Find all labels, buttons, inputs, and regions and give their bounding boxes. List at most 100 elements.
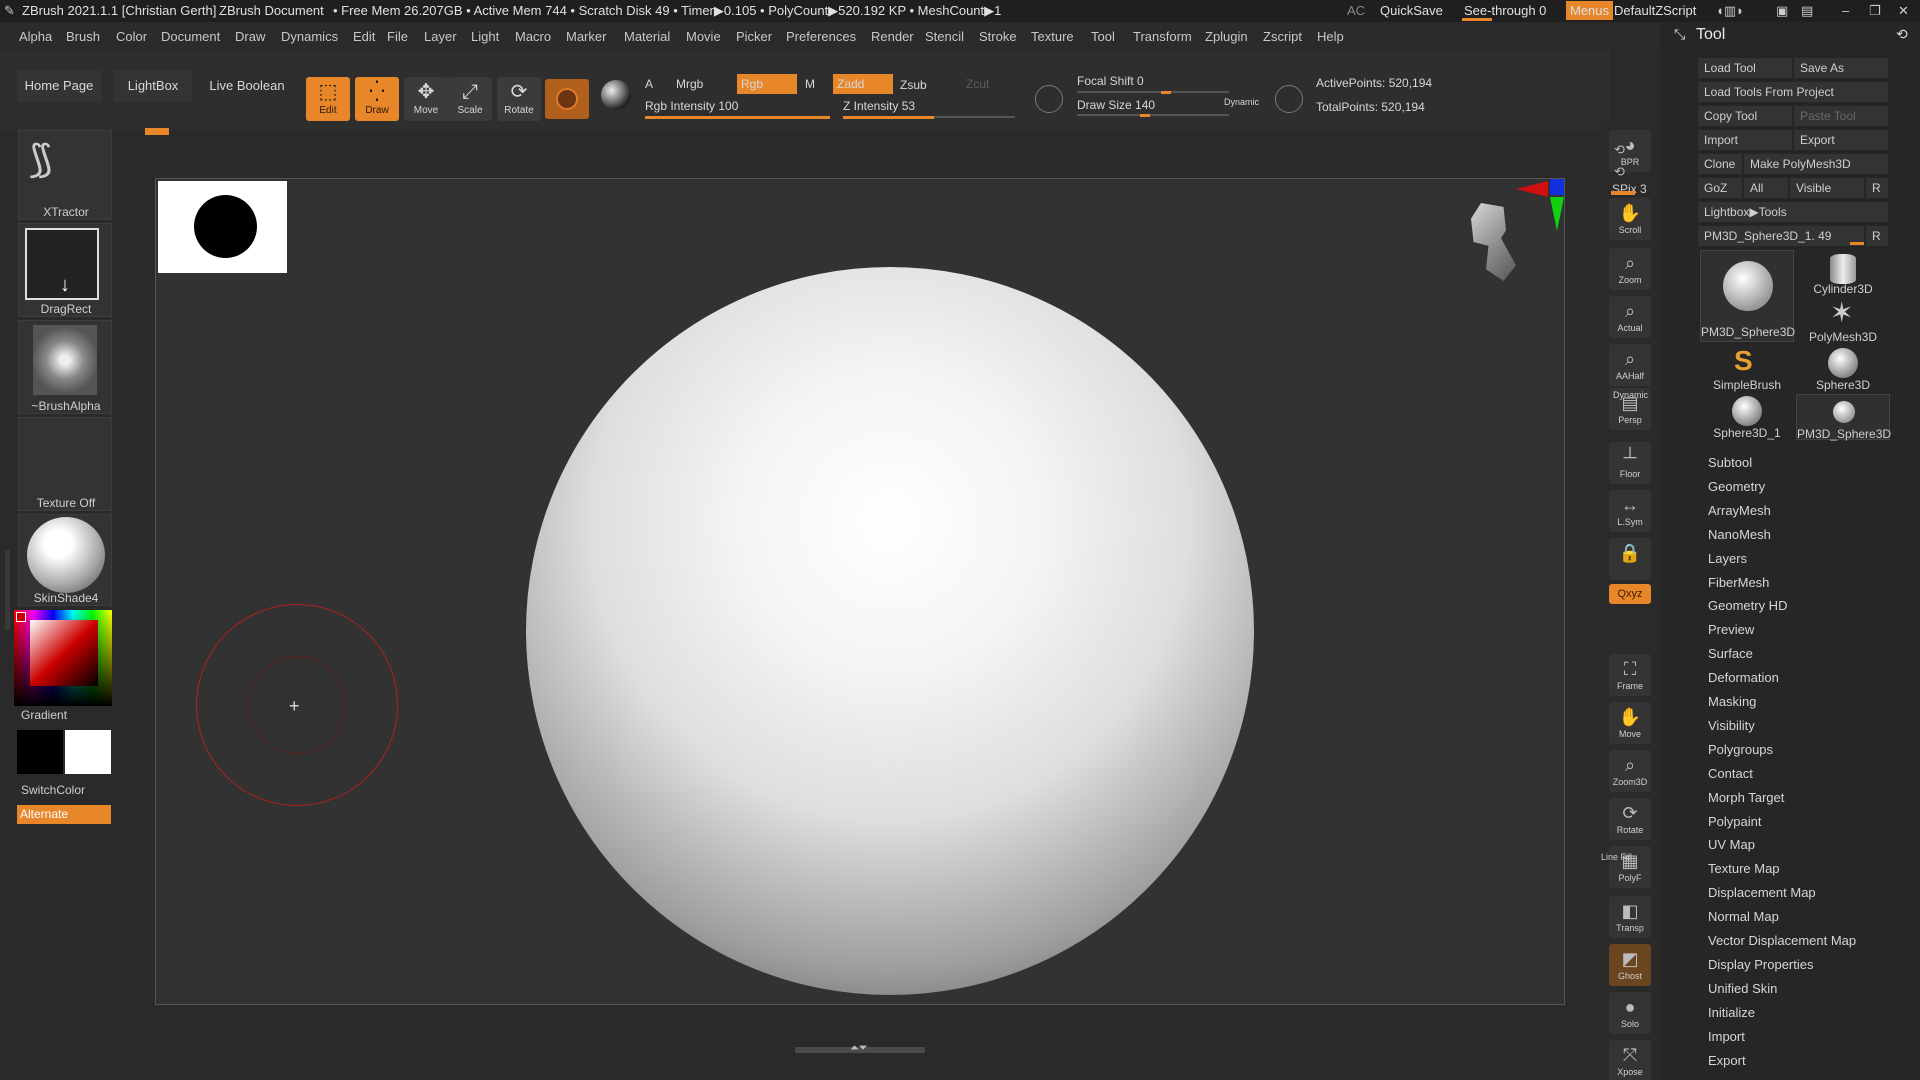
rightshelf-solo-button[interactable]: ● Solo	[1609, 992, 1651, 1034]
draw-size-slider[interactable]: Draw Size 140	[1077, 98, 1155, 112]
copy-tool-button[interactable]: Copy Tool	[1698, 106, 1792, 126]
rightshelf-ghost-button[interactable]: ◩ Ghost	[1609, 944, 1651, 986]
load-tool-button[interactable]: Load Tool	[1698, 58, 1792, 78]
lightbox-button[interactable]: LightBox	[114, 70, 192, 102]
mrgb-button[interactable]: Mrgb	[676, 77, 703, 91]
rightshelf-xpose-button[interactable]: ⤧ Xpose	[1609, 1040, 1651, 1080]
palette-reset-icon[interactable]: ⟲	[1896, 26, 1908, 43]
tool-section-geometry[interactable]: Geometry	[1708, 479, 1765, 494]
menu-draw[interactable]: Draw	[235, 29, 265, 44]
ac-button[interactable]: AC	[1347, 3, 1365, 18]
tool-section-morph-target[interactable]: Morph Target	[1708, 790, 1784, 805]
save-as-button[interactable]: Save As	[1794, 58, 1888, 78]
export-button[interactable]: Export	[1794, 130, 1888, 150]
tool-section-visibility[interactable]: Visibility	[1708, 718, 1755, 733]
default-zscript-button[interactable]: DefaultZScript	[1614, 3, 1696, 18]
load-tools-from-project-button[interactable]: Load Tools From Project	[1698, 82, 1888, 102]
secondary-color-swatch[interactable]	[65, 730, 111, 774]
menu-brush[interactable]: Brush	[66, 29, 100, 44]
home-page-button[interactable]: Home Page	[17, 70, 101, 102]
tool-section-surface[interactable]: Surface	[1708, 646, 1753, 661]
tool-section-layers[interactable]: Layers	[1708, 551, 1747, 566]
brush-picker[interactable]: ⟆⟆ XTractor	[18, 130, 112, 220]
scale-button[interactable]: ⤢ Scale	[448, 77, 492, 121]
maximize-icon[interactable]: ❐	[1869, 3, 1881, 19]
color-picker[interactable]	[14, 610, 112, 706]
menu-tool[interactable]: Tool	[1091, 29, 1115, 44]
rightshelf-lsym-button[interactable]: ↔ L.Sym	[1609, 490, 1651, 532]
tool-section-polygroups[interactable]: Polygroups	[1708, 742, 1773, 757]
menus-toggle[interactable]: Menus	[1566, 1, 1614, 20]
rightshelf-xyz-button[interactable]: Qxyz	[1609, 584, 1651, 604]
primary-color-swatch[interactable]	[17, 730, 63, 774]
color-sphere-icon[interactable]	[601, 80, 631, 110]
navigation-head-icon[interactable]	[1466, 203, 1526, 293]
edit-button[interactable]: ⬚ Edit	[306, 77, 350, 121]
make-polymesh3d-button[interactable]: Make PolyMesh3D	[1744, 154, 1888, 174]
rightshelf-transp-button[interactable]: ◧ Transp	[1609, 896, 1651, 938]
current-tool-slider[interactable]: PM3D_Sphere3D_1. 49	[1698, 226, 1864, 246]
tool-section-fibermesh[interactable]: FiberMesh	[1708, 575, 1769, 590]
material-picker[interactable]: SkinShade4	[18, 514, 112, 606]
m-button[interactable]: M	[805, 77, 815, 91]
tool-section-nanomesh[interactable]: NanoMesh	[1708, 527, 1771, 542]
draw-button[interactable]: ⁛ Draw	[355, 77, 399, 121]
rgb-button[interactable]: Rgb	[737, 74, 797, 94]
tool-section-masking[interactable]: Masking	[1708, 694, 1756, 709]
rightshelf-actual-button[interactable]: ⌕ Actual	[1609, 296, 1651, 338]
rightshelf-frame-button[interactable]: ⛶ Frame	[1609, 654, 1651, 696]
close-icon[interactable]: ✕	[1898, 3, 1909, 19]
menu-stencil[interactable]: Stencil	[925, 29, 964, 44]
menu-material[interactable]: Material	[624, 29, 670, 44]
tool-section-displacement-map[interactable]: Displacement Map	[1708, 885, 1816, 900]
material-preview-button[interactable]	[545, 79, 589, 119]
tool-section-deformation[interactable]: Deformation	[1708, 670, 1779, 685]
menu-help[interactable]: Help	[1317, 29, 1344, 44]
menu-texture[interactable]: Texture	[1031, 29, 1074, 44]
rightshelf-aahalf-button[interactable]: ⌕ AAHalf	[1609, 344, 1651, 386]
see-through-slider[interactable]: See-through 0	[1464, 3, 1546, 18]
expand-bottom-tray-icon[interactable]: ⏶⏷	[850, 1042, 868, 1055]
rightshelf-scroll-button[interactable]: ✋ Scroll	[1609, 198, 1651, 240]
zadd-button[interactable]: Zadd	[833, 74, 893, 94]
stroke-picker[interactable]: ↓ DragRect	[18, 223, 112, 317]
window-icon[interactable]: ▤	[1801, 3, 1813, 19]
gradient-label[interactable]: Gradient	[21, 708, 67, 722]
clone-button[interactable]: Clone	[1698, 154, 1742, 174]
sphere-mesh[interactable]	[526, 267, 1254, 995]
tool-thumb-polymesh3d[interactable]: ✶ PolyMesh3D	[1796, 298, 1890, 345]
tool-section-preview[interactable]: Preview	[1708, 622, 1754, 637]
palette-pin-icon[interactable]: ⤡	[1674, 26, 1685, 43]
window-icon[interactable]: ▣	[1776, 3, 1788, 19]
menu-zscript[interactable]: Zscript	[1263, 29, 1302, 44]
tool-section-arraymesh[interactable]: ArrayMesh	[1708, 503, 1771, 518]
tool-section-normal-map[interactable]: Normal Map	[1708, 909, 1779, 924]
left-tray-scrollbar[interactable]	[5, 550, 10, 630]
menu-preferences[interactable]: Preferences	[786, 29, 856, 44]
tool-thumb-sphere3d-1[interactable]: Sphere3D_1	[1700, 394, 1794, 440]
menu-stroke[interactable]: Stroke	[979, 29, 1017, 44]
tool-section-geometry-hd[interactable]: Geometry HD	[1708, 598, 1787, 613]
menu-movie[interactable]: Movie	[686, 29, 721, 44]
tool-thumb-simplebrush[interactable]: S SimpleBrush	[1700, 346, 1794, 393]
menu-edit[interactable]: Edit	[353, 29, 375, 44]
menu-marker[interactable]: Marker	[566, 29, 606, 44]
move-button[interactable]: ✥ Move	[404, 77, 448, 121]
menu-file[interactable]: File	[387, 29, 408, 44]
rotate-axis-icon[interactable]: ⟲	[1614, 164, 1625, 180]
alpha-a-label[interactable]: A	[645, 77, 653, 91]
goz-all-button[interactable]: All	[1744, 178, 1788, 198]
rightshelf-lock-button[interactable]: 🔒	[1609, 538, 1651, 580]
lightbox-tools-button[interactable]: Lightbox▶Tools	[1698, 202, 1888, 222]
paste-tool-button[interactable]: Paste Tool	[1794, 106, 1888, 126]
rightshelf-move-button[interactable]: ✋ Move	[1609, 702, 1651, 744]
tool-thumb-sphere3d[interactable]: Sphere3D	[1796, 346, 1890, 392]
switch-color-button[interactable]: SwitchColor	[21, 783, 85, 797]
current-tool-r-button[interactable]: R	[1866, 226, 1888, 246]
lazy-mouse-icon[interactable]	[1035, 85, 1063, 113]
menu-transform[interactable]: Transform	[1133, 29, 1192, 44]
tool-section-export[interactable]: Export	[1708, 1053, 1746, 1068]
menu-zplugin[interactable]: Zplugin	[1205, 29, 1248, 44]
tool-section-contact[interactable]: Contact	[1708, 766, 1753, 781]
menu-render[interactable]: Render	[871, 29, 914, 44]
